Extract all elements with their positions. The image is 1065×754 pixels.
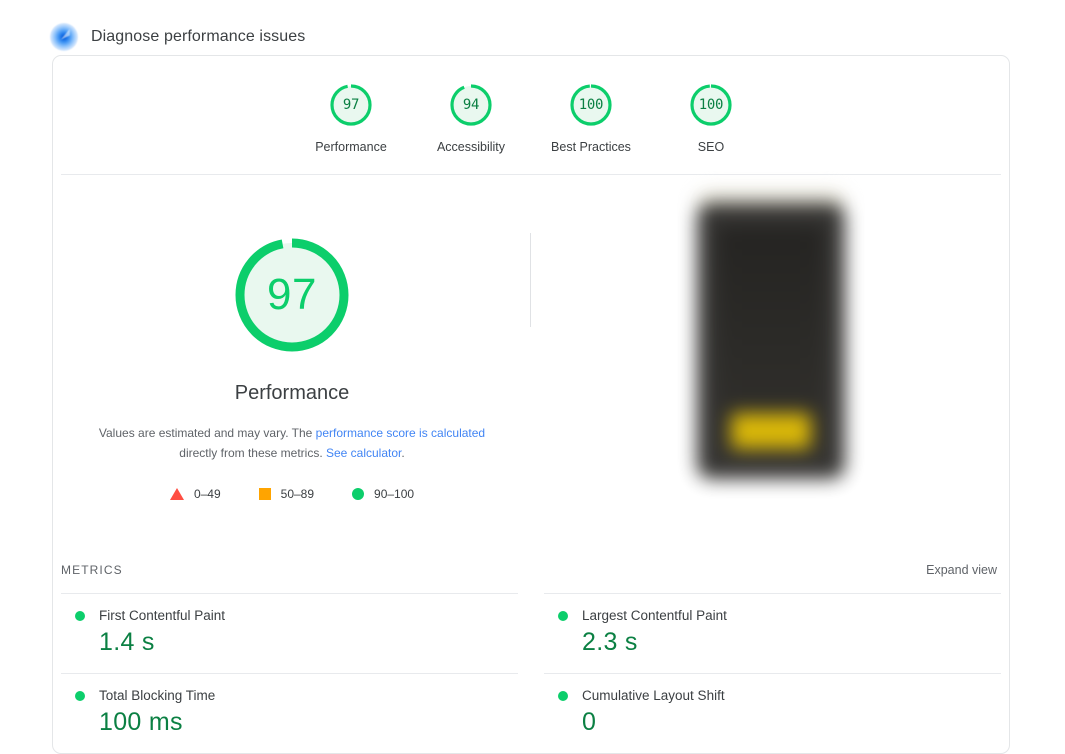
metric-name: Largest Contentful Paint <box>582 608 727 623</box>
metric-value: 2.3 s <box>582 628 638 656</box>
gauge-best-practices-small: 100 <box>567 81 615 129</box>
gauge-accessibility-small: 94 <box>447 81 495 129</box>
legend-range: 50–89 <box>280 487 315 501</box>
score-item-seo[interactable]: 100 SEO <box>651 81 771 154</box>
performance-score-link[interactable]: performance score is calculated <box>316 426 485 440</box>
gauge-performance-small: 97 <box>327 81 375 129</box>
lighthouse-report-card: 97 Performance 94 Accessibility 100 Best… <box>52 55 1010 754</box>
metric-cumulative-layout-shift[interactable]: Cumulative Layout Shift 0 <box>544 673 1001 753</box>
score-value: 100 <box>698 97 724 113</box>
triangle-icon <box>169 488 184 500</box>
square-icon <box>258 488 271 500</box>
metrics-section-label: METRICS <box>61 563 123 577</box>
metric-value: 1.4 s <box>99 628 155 656</box>
gauge-category-title: Performance <box>234 382 350 404</box>
score-label: SEO <box>697 140 725 154</box>
page-title: Diagnose performance issues <box>91 27 306 45</box>
score-value: 94 <box>462 97 480 113</box>
page-screenshot-thumbnail <box>675 185 865 495</box>
score-label: Best Practices <box>551 140 631 154</box>
gauge-performance-large: 97 <box>227 230 357 360</box>
metric-value: 100 ms <box>99 708 183 736</box>
metric-largest-contentful-paint[interactable]: Largest Contentful Paint 2.3 s <box>544 593 1001 673</box>
screenshot-column <box>531 175 1009 555</box>
legend-item-poor: 0–49 <box>169 487 221 501</box>
score-legend: 0–49 50–89 90–100 <box>169 487 414 501</box>
score-value: 97 <box>342 97 360 113</box>
score-label: Performance <box>315 140 387 154</box>
score-label: Accessibility <box>436 140 506 154</box>
legend-range: 0–49 <box>193 487 221 501</box>
metric-name: Cumulative Layout Shift <box>582 688 725 703</box>
desc-text-2: directly from these metrics. <box>179 446 326 460</box>
score-item-performance[interactable]: 97 Performance <box>291 81 411 154</box>
score-value: 100 <box>578 97 604 113</box>
metrics-header: METRICS Expand view <box>53 555 1009 585</box>
lighthouse-icon <box>50 22 78 51</box>
desc-text-3: . <box>401 446 405 460</box>
gauge-seo-small: 100 <box>687 81 735 129</box>
status-dot-good-icon <box>558 690 568 701</box>
performance-gauge-column: 97 Performance Values are estimated and … <box>53 175 531 555</box>
metric-value: 0 <box>582 708 597 736</box>
metric-total-blocking-time[interactable]: Total Blocking Time 100 ms <box>61 673 518 753</box>
vertical-divider <box>530 233 531 327</box>
metric-name: First Contentful Paint <box>99 608 226 623</box>
status-dot-good-icon <box>558 610 568 621</box>
score-summary-strip: 97 Performance 94 Accessibility 100 Best… <box>53 56 1009 174</box>
legend-item-good: 90–100 <box>352 487 414 501</box>
gauge-score-value: 97 <box>267 270 317 319</box>
page-header: Diagnose performance issues <box>0 0 1065 56</box>
desc-text-1: Values are estimated and may vary. The <box>98 426 316 440</box>
legend-item-average: 50–89 <box>258 487 315 501</box>
metric-name: Total Blocking Time <box>99 688 216 703</box>
expand-view-button[interactable]: Expand view <box>926 563 997 577</box>
status-dot-good-icon <box>75 610 85 621</box>
circle-icon <box>352 488 365 500</box>
score-item-best-practices[interactable]: 100 Best Practices <box>531 81 651 154</box>
gauge-description: Values are estimated and may vary. The p… <box>92 423 492 463</box>
legend-range: 90–100 <box>374 487 415 501</box>
see-calculator-link[interactable]: See calculator <box>326 446 401 460</box>
score-item-accessibility[interactable]: 94 Accessibility <box>411 81 531 154</box>
status-dot-good-icon <box>75 690 85 701</box>
screenshot-highlight-block <box>731 413 811 449</box>
performance-overview: 97 Performance Values are estimated and … <box>53 175 1009 555</box>
metrics-grid: First Contentful Paint 1.4 s Largest Con… <box>53 593 1009 753</box>
metric-first-contentful-paint[interactable]: First Contentful Paint 1.4 s <box>61 593 518 673</box>
